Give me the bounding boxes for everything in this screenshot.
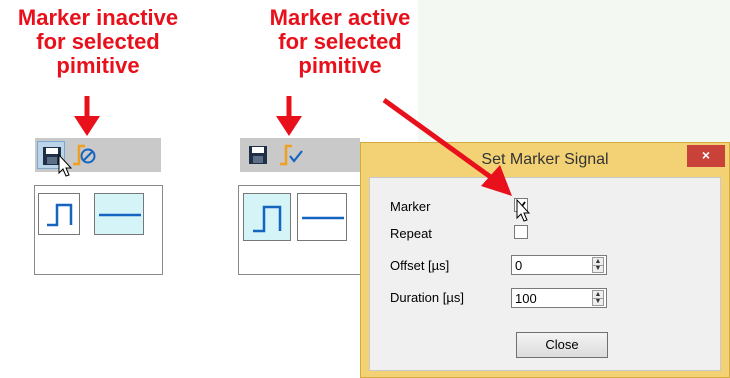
primitive-panel-inactive (34, 185, 163, 275)
save-icon (43, 147, 61, 165)
close-icon: × (701, 147, 711, 163)
flat-primitive-button[interactable] (94, 193, 144, 235)
close-button[interactable]: Close (516, 332, 608, 358)
step-primitive-button[interactable] (38, 193, 80, 235)
annotation-line: for selected (36, 29, 160, 54)
annotation-line: Marker active (269, 5, 411, 30)
dialog-body: Marker Repeat Offset [µs] 0 ▲ ▼ Duration… (369, 177, 721, 371)
annotation-line: Marker inactive (17, 5, 179, 30)
annotation-line: for selected (278, 29, 402, 54)
marker-active-icon (280, 144, 303, 166)
dialog-close-button[interactable]: × (687, 145, 725, 167)
marker-toggle-button[interactable] (276, 142, 306, 168)
save-icon (249, 146, 267, 164)
annotation-marker-inactive: Marker inactive for selected pimitive (8, 6, 188, 78)
background-panel (418, 0, 730, 142)
duration-label: Duration [µs] (390, 290, 464, 305)
annotation-marker-active: Marker active for selected pimitive (258, 6, 422, 78)
repeat-checkbox[interactable] (514, 225, 528, 239)
repeat-label: Repeat (390, 226, 432, 241)
flat-line-icon (99, 213, 141, 217)
marker-label: Marker (390, 199, 431, 214)
marker-checkbox[interactable] (514, 198, 528, 212)
dialog-title: Set Marker Signal (481, 151, 609, 168)
duration-spin-arrows[interactable]: ▲ ▼ (592, 290, 604, 306)
offset-label: Offset [µs] (390, 258, 450, 273)
arrow-head (276, 116, 302, 136)
duration-spinbox[interactable]: 100 ▲ ▼ (511, 288, 607, 308)
duration-value: 100 (515, 291, 537, 306)
spin-down-icon[interactable]: ▼ (593, 265, 603, 272)
arrow-head (74, 116, 100, 136)
step-pulse-icon (253, 205, 282, 233)
annotation-line: pimitive (298, 53, 382, 78)
offset-spinbox[interactable]: 0 ▲ ▼ (511, 255, 607, 275)
toolbar-active (240, 138, 360, 172)
set-marker-signal-dialog: Set Marker Signal × Marker Repeat Offset… (360, 142, 730, 378)
toolbar-inactive (35, 138, 161, 172)
offset-value: 0 (515, 258, 523, 273)
save-button[interactable] (244, 141, 272, 169)
flat-primitive-button[interactable] (297, 193, 347, 241)
marker-inactive-icon (73, 144, 96, 166)
offset-spin-arrows[interactable]: ▲ ▼ (592, 257, 604, 273)
checkmark-icon (516, 201, 526, 211)
step-pulse-icon (47, 203, 73, 227)
flat-line-icon (302, 216, 344, 220)
spin-down-icon[interactable]: ▼ (593, 298, 603, 305)
save-button[interactable] (37, 141, 65, 169)
step-primitive-button[interactable] (243, 193, 291, 241)
annotation-line: pimitive (56, 53, 140, 78)
marker-toggle-button[interactable] (69, 142, 99, 168)
primitive-panel-active (238, 185, 361, 275)
